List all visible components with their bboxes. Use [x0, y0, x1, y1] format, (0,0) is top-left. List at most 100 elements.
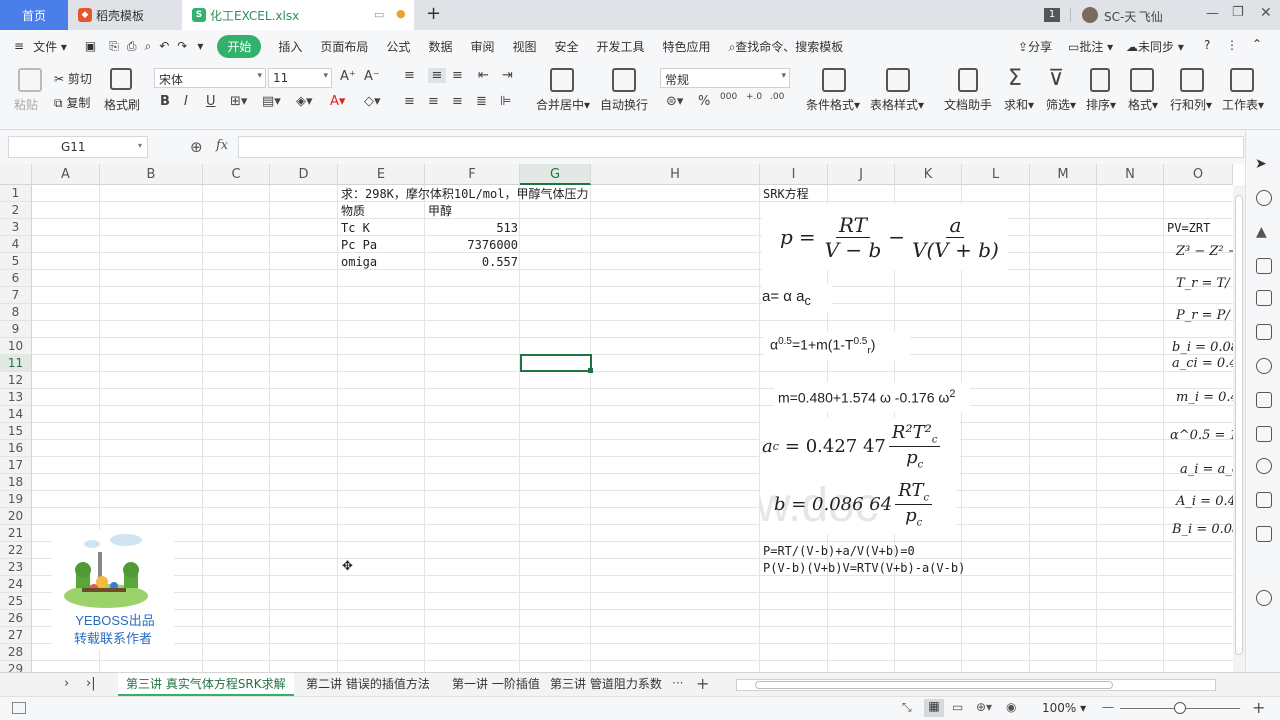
sort-button[interactable]: 排序▾ [1086, 96, 1116, 113]
pointer-icon[interactable]: ➤ [1255, 156, 1267, 172]
tab-docer-templates[interactable]: ◆ 稻壳模板 [68, 0, 180, 30]
more-icon[interactable]: ⋮ [1226, 38, 1238, 52]
merge-center-button[interactable]: 合并居中▾ [536, 96, 590, 113]
underline-icon[interactable]: U [206, 94, 216, 109]
partial-equations-column-o[interactable]: Z³ − Z² − T_r = T/ P_r = P/ b_i = 0.08 a… [1166, 236, 1233, 536]
cell-i22[interactable]: P=RT/(V-b)+a/V(V+b)=0 [763, 543, 915, 560]
merge-center-icon[interactable] [550, 68, 574, 92]
row-header[interactable]: 29 [0, 661, 32, 672]
add-sheet-icon[interactable]: + [696, 674, 709, 693]
cell-f3[interactable]: 513 [425, 220, 518, 237]
worksheet-button[interactable]: 工作表▾ [1222, 96, 1264, 113]
row-header[interactable]: 14 [0, 406, 32, 423]
row-header[interactable]: 13 [0, 389, 32, 406]
table-style-button[interactable]: 表格样式▾ [870, 96, 924, 113]
row-header[interactable]: 23 [0, 559, 32, 576]
alpha-ac-equation-image[interactable]: a= α ac [762, 284, 832, 312]
number-format-select[interactable]: 常规 [660, 68, 790, 88]
row-col-icon[interactable] [1180, 68, 1204, 92]
align-right-icon[interactable]: ≡ [452, 94, 463, 109]
row-header[interactable]: 12 [0, 372, 32, 389]
backup-icon[interactable] [1256, 458, 1272, 474]
restore-icon[interactable]: ❐ [1232, 5, 1244, 20]
clear-icon[interactable]: ◇▾ [364, 94, 381, 109]
minimize-icon[interactable]: — [1206, 6, 1219, 21]
horizontal-scrollbar[interactable] [736, 679, 1216, 691]
insert-function-icon[interactable]: fx [216, 138, 228, 153]
row-header[interactable]: 21 [0, 525, 32, 542]
bold-icon[interactable]: B [160, 94, 170, 109]
format-painter-button[interactable]: 格式刷 [104, 96, 140, 113]
cell-e1[interactable]: 求：298K，摩尔体积10L/mol，甲醇气体压力 [341, 186, 588, 203]
col-header-d[interactable]: D [270, 164, 338, 185]
zoom-slider-thumb[interactable] [1174, 702, 1186, 714]
layout-icon[interactable] [1256, 324, 1272, 340]
row-header[interactable]: 9 [0, 321, 32, 338]
col-header-e[interactable]: E [338, 164, 425, 185]
col-header-b[interactable]: B [100, 164, 203, 185]
row-header[interactable]: 24 [0, 576, 32, 593]
doc-helper-button[interactable]: 文档助手 [944, 96, 992, 113]
menu-special[interactable]: 特色应用 [663, 38, 711, 55]
row-header[interactable]: 28 [0, 644, 32, 661]
clock-icon[interactable] [1256, 358, 1272, 374]
format-button[interactable]: 格式▾ [1128, 96, 1158, 113]
sheet-tab-3[interactable]: 第一讲 一阶插值 [444, 673, 548, 696]
menu-data[interactable]: 数据 [428, 38, 452, 55]
select-all-corner[interactable] [0, 164, 32, 185]
sum-icon[interactable]: Σ [1008, 66, 1022, 91]
paste-icon[interactable] [18, 68, 42, 92]
wrap-text-icon[interactable] [612, 68, 636, 92]
col-header-o[interactable]: O [1164, 164, 1233, 185]
align-bottom-icon[interactable]: ≡ [452, 68, 463, 83]
indent-increase-icon[interactable]: ⇥ [502, 68, 513, 83]
row-col-button[interactable]: 行和列▾ [1170, 96, 1212, 113]
eye-protection-icon[interactable]: ◉ [1006, 700, 1016, 714]
page-break-view-icon[interactable]: ▭ [952, 700, 963, 714]
srk-equation-image[interactable]: p = RT V − b − a V(V + b) [762, 204, 1008, 270]
user-name[interactable]: SC-天 飞仙 [1104, 8, 1163, 25]
menu-developer[interactable]: 开发工具 [597, 38, 645, 55]
cell-i1[interactable]: SRK方程 [763, 186, 809, 203]
zoom-search-icon[interactable]: ⊕ [190, 138, 203, 156]
formula-input[interactable] [238, 136, 1244, 158]
row-header[interactable]: 16 [0, 440, 32, 457]
row-header[interactable]: 5 [0, 253, 32, 270]
row-header[interactable]: 10 [0, 338, 32, 355]
export-icon[interactable]: ⎘ [109, 39, 119, 54]
cell-f4[interactable]: 7376000 [425, 237, 518, 254]
col-header-a[interactable]: A [32, 164, 100, 185]
sync-button[interactable]: ☁未同步 ▾ [1126, 38, 1184, 55]
fill-color-icon[interactable]: ◈▾ [296, 94, 313, 109]
col-header-g[interactable]: G [520, 164, 591, 185]
conditional-format-button[interactable]: 条件格式▾ [806, 96, 860, 113]
selected-cell-g11[interactable] [520, 354, 592, 372]
zoom-level[interactable]: 100% ▾ [1042, 701, 1086, 715]
col-header-m[interactable]: M [1030, 164, 1097, 185]
quick-access-dropdown-icon[interactable]: ▾ [197, 39, 203, 53]
file-menu[interactable]: 文件 ▾ [33, 38, 67, 55]
window-count-badge[interactable]: 1 [1044, 8, 1060, 22]
cell-e4[interactable]: Pc Pa [341, 237, 377, 254]
cell-e2[interactable]: 物质 [341, 203, 365, 220]
col-header-n[interactable]: N [1097, 164, 1164, 185]
row-header[interactable]: 11 [0, 355, 32, 372]
normal-view-icon[interactable]: ▦ [924, 699, 944, 717]
fill-handle[interactable] [588, 368, 593, 373]
help-panel-icon[interactable] [1256, 590, 1272, 606]
row-header[interactable]: 2 [0, 202, 32, 219]
m-equation-image[interactable]: m=0.480+1.574 ω -0.176 ω2 [774, 382, 970, 412]
align-top-icon[interactable]: ≡ [404, 68, 415, 83]
thousands-icon[interactable]: 000 [720, 92, 737, 102]
alpha-m-equation-image[interactable]: α0.5=1+m(1-T0.5r) [764, 332, 910, 360]
col-header-j[interactable]: J [828, 164, 895, 185]
document-panel-icon[interactable] [1256, 526, 1272, 542]
col-header-l[interactable]: L [962, 164, 1030, 185]
print-icon[interactable]: ⎙ [127, 39, 137, 54]
paste-button[interactable]: 粘贴 [14, 96, 38, 113]
name-box-dropdown-icon[interactable]: ▾ [138, 141, 142, 150]
row-header[interactable]: 18 [0, 474, 32, 491]
cell-e3[interactable]: Tc K [341, 220, 370, 237]
sheet-tab-4[interactable]: 第三讲 管道阻力系数 [542, 673, 670, 696]
vertical-scroll-thumb[interactable] [1235, 195, 1243, 655]
